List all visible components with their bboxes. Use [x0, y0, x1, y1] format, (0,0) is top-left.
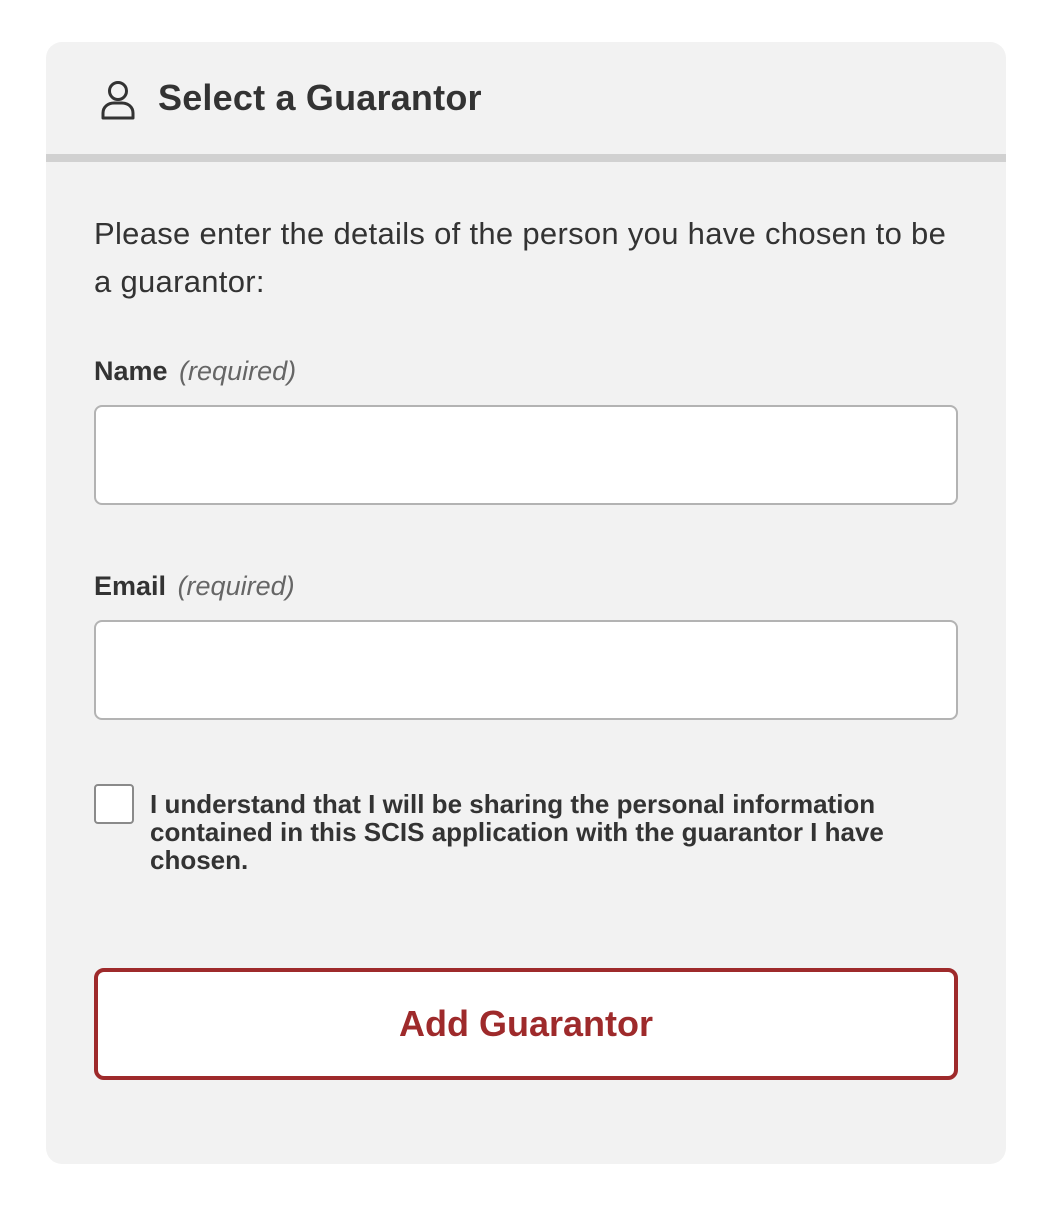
add-guarantor-button[interactable]: Add Guarantor: [94, 968, 958, 1080]
card-title: Select a Guarantor: [158, 77, 482, 118]
intro-text: Please enter the details of the person y…: [94, 216, 947, 299]
name-required-text: (required): [179, 356, 297, 386]
email-field-label: Email (required): [94, 571, 958, 602]
email-required-text: (required): [177, 571, 295, 601]
consent-text: I understand that I will be sharing the …: [150, 789, 884, 875]
name-label-text: Name: [94, 356, 168, 386]
email-label-text: Email: [94, 571, 167, 601]
consent-row: I understand that I will be sharing the …: [94, 784, 958, 874]
guarantor-card: Select a Guarantor Please enter the deta…: [46, 42, 1006, 1164]
name-field-label: Name (required): [94, 356, 958, 387]
email-input[interactable]: [94, 620, 958, 720]
card-header: Select a Guarantor: [46, 42, 1006, 162]
consent-checkbox[interactable]: [94, 784, 134, 824]
card-body: Please enter the details of the person y…: [46, 162, 1006, 1080]
person-icon: [100, 80, 136, 120]
name-input[interactable]: [94, 405, 958, 505]
